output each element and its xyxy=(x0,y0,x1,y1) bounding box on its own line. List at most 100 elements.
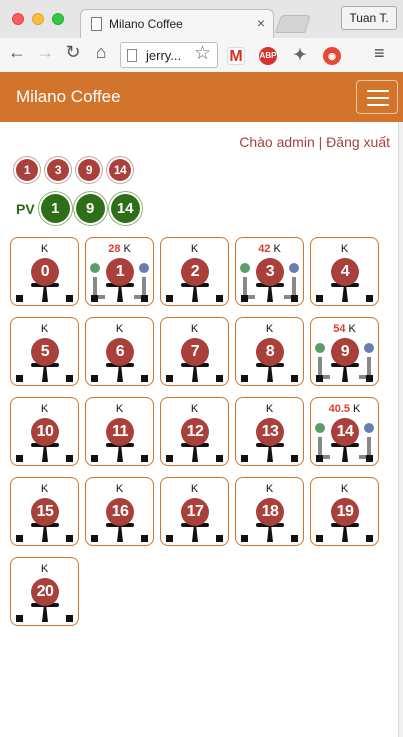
page-scrollbar[interactable] xyxy=(398,122,403,737)
table-number: 17 xyxy=(181,498,209,526)
menu-toggle-button[interactable] xyxy=(356,80,398,114)
table-card-16[interactable]: K 16 xyxy=(85,477,154,546)
minimize-window-button[interactable] xyxy=(32,13,44,25)
greeting-link[interactable]: Chào admin xyxy=(239,134,315,150)
table-status-line: K xyxy=(236,403,303,415)
table-number: 10 xyxy=(31,418,59,446)
table-leg-icon xyxy=(42,606,48,622)
table-number: 5 xyxy=(31,338,59,366)
adblock-icon[interactable]: ABP xyxy=(259,47,277,65)
bookmark-star-icon[interactable]: ☆ xyxy=(194,42,211,65)
profile-button[interactable]: Tuan T. xyxy=(341,6,397,30)
table-number: 16 xyxy=(106,498,134,526)
stool-right-icon xyxy=(366,535,373,542)
pv-badge[interactable]: 14 xyxy=(110,194,140,223)
table-card-15[interactable]: K 15 xyxy=(10,477,79,546)
maximize-window-button[interactable] xyxy=(52,13,64,25)
table-leg-icon xyxy=(267,286,273,302)
customer-left-icon xyxy=(240,263,250,273)
stool-left-icon xyxy=(241,535,248,542)
stool-right-icon xyxy=(141,295,148,302)
table-card-3[interactable]: 42 K 3 xyxy=(235,237,304,306)
stool-left-icon xyxy=(316,535,323,542)
stool-right-icon xyxy=(291,295,298,302)
stool-right-icon xyxy=(66,455,73,462)
table-card-18[interactable]: K 18 xyxy=(235,477,304,546)
table-card-10[interactable]: K 10 xyxy=(10,397,79,466)
table-card-0[interactable]: K0 xyxy=(10,237,79,306)
table-card-13[interactable]: K 13 xyxy=(235,397,304,466)
pending-order-badge[interactable]: 9 xyxy=(78,159,100,181)
gmail-icon[interactable]: M xyxy=(227,47,245,65)
stool-right-icon xyxy=(291,455,298,462)
owl-extension-icon[interactable]: ◉ xyxy=(323,47,341,65)
table-card-17[interactable]: K 17 xyxy=(160,477,229,546)
forward-arrow-icon[interactable]: → xyxy=(34,42,56,63)
table-status-line: 54 K xyxy=(311,323,378,335)
stool-right-icon xyxy=(216,455,223,462)
table-leg-icon xyxy=(117,286,123,302)
pending-order-badge[interactable]: 14 xyxy=(109,159,131,181)
table-k-label: K xyxy=(353,403,361,415)
table-k-label: K xyxy=(40,323,49,335)
table-card-5[interactable]: K5 xyxy=(10,317,79,386)
brand-title[interactable]: Milano Coffee xyxy=(16,87,121,107)
table-status-line: K xyxy=(236,323,303,335)
table-card-19[interactable]: K 19 xyxy=(310,477,379,546)
pv-badge[interactable]: 9 xyxy=(75,194,105,223)
extension-icon[interactable]: ✦ xyxy=(291,47,309,65)
pv-row: PV 1 9 14 xyxy=(16,194,146,223)
table-card-2[interactable]: K2 xyxy=(160,237,229,306)
pv-badge[interactable]: 1 xyxy=(40,194,70,223)
stool-right-icon xyxy=(366,455,373,462)
table-status-line: K xyxy=(161,323,228,335)
stool-right-icon xyxy=(216,375,223,382)
table-k-label: K xyxy=(190,323,199,335)
stool-left-icon xyxy=(166,375,173,382)
stool-left-icon xyxy=(316,455,323,462)
table-card-6[interactable]: K6 xyxy=(85,317,154,386)
table-status-line: K xyxy=(11,323,78,335)
table-card-8[interactable]: K8 xyxy=(235,317,304,386)
stool-left-icon xyxy=(241,295,248,302)
table-card-1[interactable]: 28 K 1 xyxy=(85,237,154,306)
table-card-9[interactable]: 54 K 9 xyxy=(310,317,379,386)
app-navbar: Milano Coffee xyxy=(0,72,403,122)
customer-right-icon xyxy=(139,263,149,273)
stool-left-icon xyxy=(16,455,23,462)
stool-left-icon xyxy=(166,295,173,302)
table-k-label: K xyxy=(340,483,349,495)
pending-order-badge[interactable]: 3 xyxy=(47,159,69,181)
new-tab-button[interactable] xyxy=(275,15,311,33)
home-icon[interactable]: ⌂ xyxy=(90,42,112,63)
logout-link[interactable]: Đăng xuất xyxy=(326,134,390,150)
user-line: Chào admin | Đăng xuất xyxy=(239,134,390,150)
page-icon xyxy=(127,49,137,62)
table-status-line: K xyxy=(11,483,78,495)
table-card-4[interactable]: K4 xyxy=(310,237,379,306)
tab-close-icon[interactable]: × xyxy=(257,15,265,31)
table-card-14[interactable]: 40.5 K 14 xyxy=(310,397,379,466)
table-k-label: K xyxy=(190,403,199,415)
table-k-label: K xyxy=(265,403,274,415)
separator: | xyxy=(314,134,327,150)
stool-left-icon xyxy=(91,375,98,382)
table-card-11[interactable]: K 11 xyxy=(85,397,154,466)
stool-left-icon xyxy=(91,295,98,302)
close-window-button[interactable] xyxy=(12,13,24,25)
back-arrow-icon[interactable]: ← xyxy=(6,42,28,63)
stool-right-icon xyxy=(216,295,223,302)
table-card-20[interactable]: K 20 xyxy=(10,557,79,626)
table-status-line: K xyxy=(11,403,78,415)
table-number: 0 xyxy=(31,258,59,286)
customer-left-icon xyxy=(90,263,100,273)
pending-order-badge[interactable]: 1 xyxy=(16,159,38,181)
table-card-7[interactable]: K7 xyxy=(160,317,229,386)
reload-icon[interactable]: ↻ xyxy=(62,42,84,63)
stool-left-icon xyxy=(91,535,98,542)
table-k-label: K xyxy=(190,483,199,495)
url-text: jerry... xyxy=(146,48,182,63)
browser-tab[interactable]: Milano Coffee × xyxy=(80,9,274,38)
table-card-12[interactable]: K 12 xyxy=(160,397,229,466)
browser-menu-icon[interactable]: ≡ xyxy=(374,43,385,64)
